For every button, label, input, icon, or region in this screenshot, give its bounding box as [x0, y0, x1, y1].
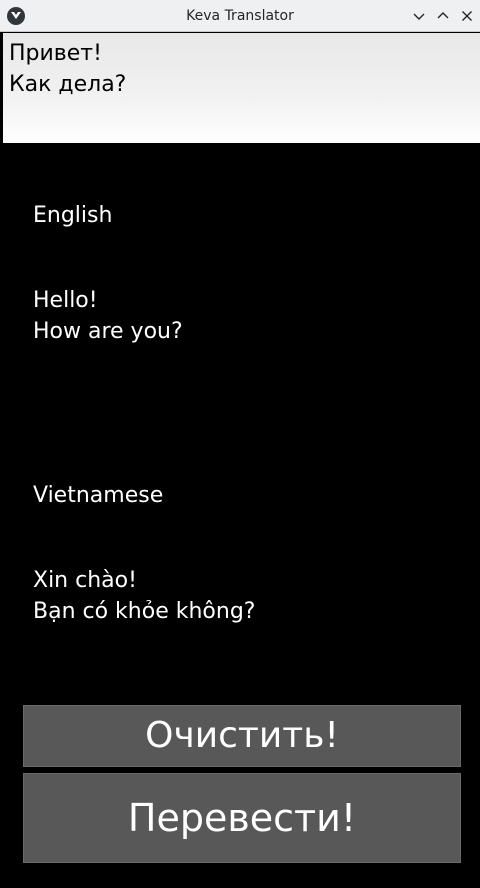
target-translation-text: Xin chào! Bạn có khỏe không?: [33, 568, 256, 624]
window-title: Keva Translator: [186, 8, 294, 24]
target-language-label: Vietnamese: [33, 483, 164, 508]
maximize-icon[interactable]: [435, 8, 451, 24]
close-icon[interactable]: [459, 8, 475, 24]
title-bar[interactable]: Keva Translator: [0, 0, 480, 32]
clear-button[interactable]: Очистить!: [23, 705, 461, 767]
input-text-field[interactable]: Привет! Как дела?: [3, 33, 480, 143]
source-translation-text: Hello! How are you?: [33, 288, 183, 344]
minimize-icon[interactable]: [411, 8, 427, 24]
app-window: Keva Translator Привет! Как дела? Englis…: [0, 0, 480, 888]
translate-button[interactable]: Перевести!: [23, 773, 461, 863]
source-language-label: English: [33, 203, 113, 228]
